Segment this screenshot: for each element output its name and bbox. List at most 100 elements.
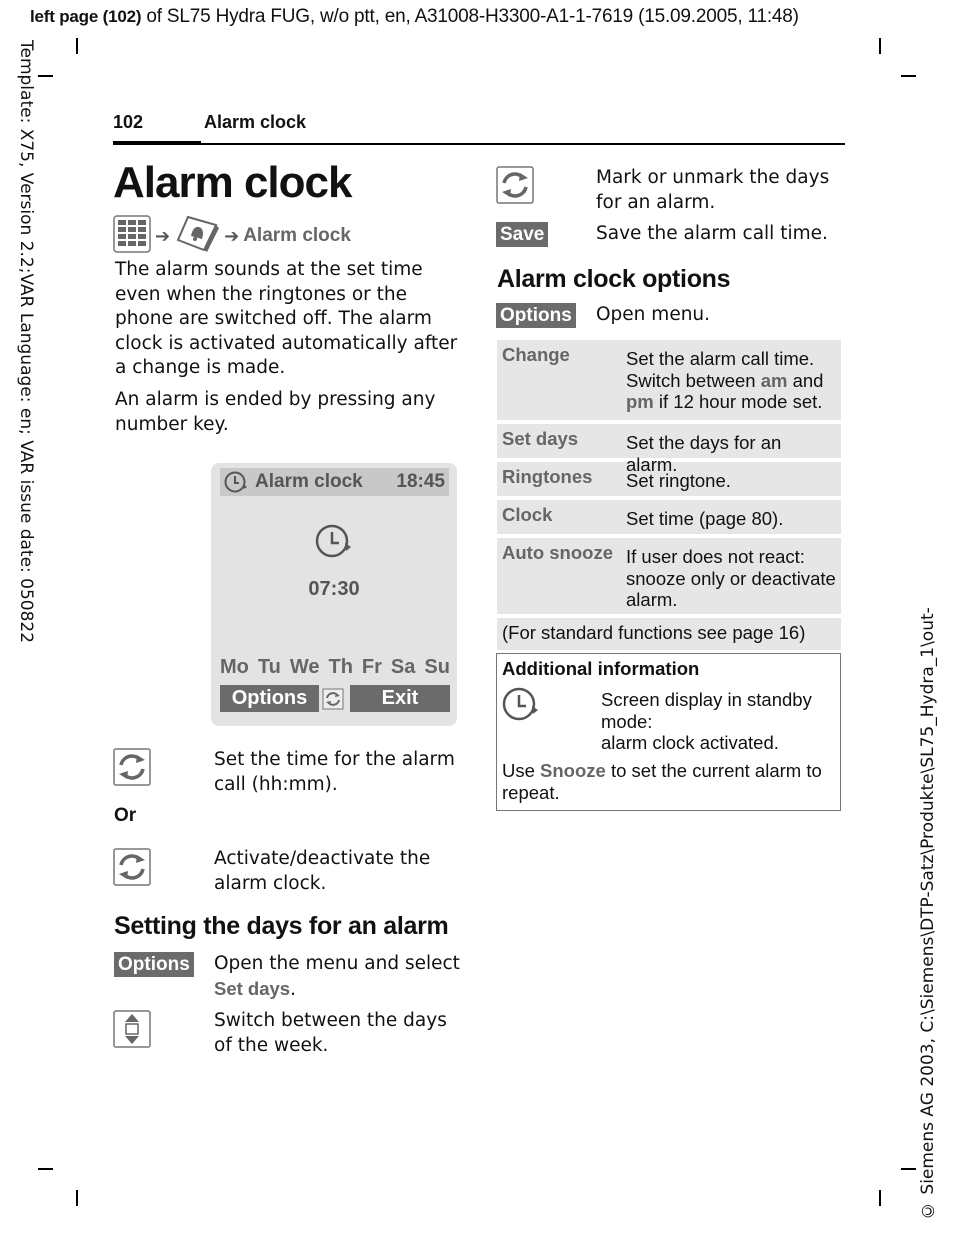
info-desc: Screen display in standby mode: alarm cl…: [601, 689, 812, 754]
am-label: am: [760, 369, 788, 391]
page-title: Alarm clock: [113, 158, 352, 207]
step-text-part: Open the menu and select: [214, 953, 460, 974]
info-foot-part: Use: [502, 760, 541, 781]
option-table-footer: (For standard functions see page 16): [497, 618, 841, 650]
step-text: Mark or unmark the days for an alarm.: [596, 167, 830, 213]
running-header: 102 Alarm clock: [113, 112, 306, 133]
desc-part: if 12 hour mode set.: [653, 391, 823, 412]
option-row-set-days: Set days Set the days for an alarm.: [497, 424, 841, 475]
options-table: Change Set the alarm call time. Switch b…: [497, 340, 841, 654]
option-row-clock: Clock Set time (page 80).: [497, 500, 841, 534]
crop-mark: [76, 1190, 78, 1206]
running-title: Alarm clock: [204, 112, 307, 132]
step-row: [113, 748, 151, 786]
crop-mark: [38, 1168, 53, 1170]
pm-label: pm: [626, 391, 654, 412]
control-key-icon: [496, 166, 534, 204]
crop-mark: [76, 38, 78, 54]
alarm-time: 07:30: [308, 578, 360, 600]
option-desc: Set time (page 80).: [626, 508, 784, 529]
crop-mark: [879, 1190, 881, 1206]
step-text-part: .: [290, 978, 296, 1000]
option-name: Change: [502, 344, 570, 365]
control-key-icon: [113, 848, 151, 886]
crop-mark: [879, 38, 881, 54]
alarm-clock-icon: [223, 470, 249, 494]
info-footer: Use Snooze to set the current alarm to r…: [502, 760, 832, 803]
info-desc-line: Screen display in standby: [601, 689, 812, 710]
document-ref: of SL75 Hydra FUG, w/o ptt, en, A31008-H…: [141, 6, 799, 27]
softkey-bar: Options Exit: [220, 685, 450, 712]
step-text: Switch between the days of the week.: [214, 1010, 447, 1056]
display-title-bar: Alarm clock 18:45: [220, 468, 449, 496]
weekday[interactable]: Su: [424, 656, 450, 679]
weekday[interactable]: Tu: [258, 656, 281, 679]
step-text: Open the menu and select Set days.: [214, 952, 464, 1002]
crop-mark: [38, 75, 53, 77]
crop-mark: [901, 1168, 916, 1170]
options-softkey[interactable]: Options: [220, 685, 319, 712]
page-ref: left page (102): [30, 7, 142, 26]
step-text: Open menu.: [596, 304, 711, 325]
menu-path: ➔ ➔ Alarm clock: [113, 214, 351, 258]
option-desc: Set the days for an alarm.: [626, 432, 782, 475]
copyright-margin-note: © Siemens AG 2003, C:\Siemens\DTP-Satz\P…: [918, 607, 938, 1220]
menu-grid-icon: [113, 215, 151, 257]
weekday[interactable]: Sa: [391, 656, 415, 679]
option-name: Auto snooze: [502, 542, 613, 563]
exit-softkey[interactable]: Exit: [350, 685, 450, 712]
alarm-clock-icon: [501, 686, 541, 727]
option-row-auto-snooze: Auto snooze If user does not react: snoo…: [497, 538, 841, 614]
option-desc: If user does not react: snooze only or d…: [626, 546, 836, 610]
options-softkey: Options: [496, 303, 576, 328]
template-margin-note: Template: X75, Version 2.2;VAR Language:…: [16, 40, 36, 644]
info-title: Additional information: [502, 658, 700, 679]
option-row-ringtones: Ringtones Set ringtone.: [497, 462, 841, 496]
menu-item-ref: Set days: [214, 977, 291, 999]
arrow-right-icon: ➔: [224, 225, 240, 247]
weekday[interactable]: We: [290, 656, 320, 679]
header-rule-accent: [113, 141, 201, 145]
option-row-change: Change Set the alarm call time. Switch b…: [497, 340, 841, 420]
options-softkey: Options: [114, 952, 194, 977]
section-heading-days: Setting the days for an alarm: [114, 912, 449, 940]
alarm-clock-icon: [314, 523, 354, 563]
weekday[interactable]: Mo: [220, 656, 249, 679]
option-name: Clock: [502, 504, 553, 525]
arrow-right-icon: ➔: [155, 225, 171, 247]
options-softkey-label: Options: [114, 952, 194, 977]
weekday[interactable]: Th: [328, 656, 352, 679]
display-clock: 18:45: [396, 471, 445, 492]
weekday-row: Mo Tu We Th Fr Sa Su: [220, 656, 450, 679]
print-metadata-line: left page (102) of SL75 Hydra FUG, w/o p…: [30, 6, 799, 28]
step-row: [496, 166, 534, 204]
option-desc: Set ringtone.: [626, 470, 731, 491]
option-name: Set days: [502, 428, 579, 449]
section-heading-options: Alarm clock options: [497, 265, 731, 293]
additional-info-box: Additional information Screen display in…: [496, 653, 841, 811]
step-text: Set the time for the alarm call (hh:mm).: [214, 749, 455, 795]
control-key-icon[interactable]: [322, 685, 344, 712]
navigation-key-icon: [113, 1010, 151, 1048]
organiser-bell-icon: [174, 214, 220, 258]
intro-paragraph: An alarm is ended by pressing any number…: [115, 389, 436, 435]
desc-part: and: [787, 369, 824, 391]
save-softkey-label: Save: [496, 222, 549, 247]
menu-path-target: Alarm clock: [243, 225, 351, 246]
phone-display: Alarm clock 18:45 07:30 Mo Tu We Th Fr S…: [211, 463, 457, 726]
control-key-icon: [113, 748, 151, 786]
snooze-label: Snooze: [540, 760, 606, 781]
header-rule: [113, 143, 845, 145]
step-row: [113, 848, 151, 886]
save-softkey: Save: [496, 222, 549, 247]
options-softkey-label: Options: [496, 303, 576, 328]
step-text: Save the alarm call time.: [596, 223, 828, 244]
option-desc: Set the alarm call time. Switch between …: [626, 344, 836, 415]
weekday[interactable]: Fr: [362, 656, 382, 679]
option-name: Ringtones: [502, 466, 593, 487]
or-separator: Or: [114, 805, 137, 826]
intro-paragraph: The alarm sounds at the set time even wh…: [115, 259, 458, 378]
page-number: 102: [113, 112, 144, 132]
info-desc-line: alarm clock activated.: [601, 732, 779, 753]
display-title: Alarm clock: [255, 471, 363, 492]
